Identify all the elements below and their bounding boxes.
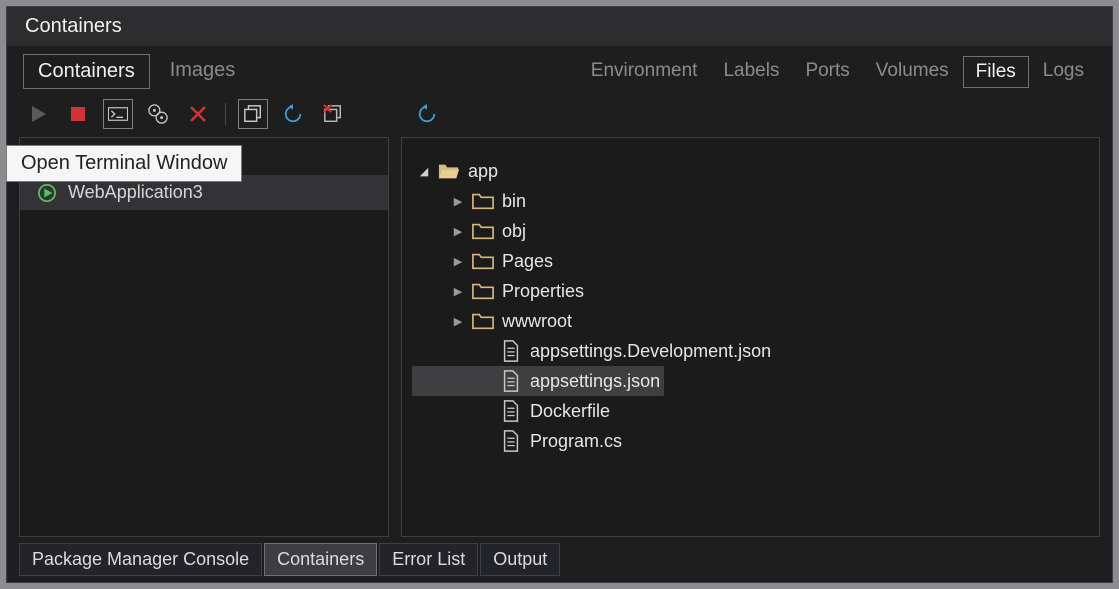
tree-row[interactable]: ◢ app — [412, 156, 1089, 186]
settings-button[interactable] — [143, 99, 173, 129]
windows-button[interactable] — [238, 99, 268, 129]
subtab-row: ContainersImages EnvironmentLabelsPortsV… — [7, 46, 1112, 95]
tree-label: Pages — [502, 251, 553, 272]
tree-label: wwwroot — [502, 311, 572, 332]
tree-row[interactable]: Dockerfile — [412, 396, 1089, 426]
tree-row[interactable]: appsettings.Development.json — [412, 336, 1089, 366]
expander-closed-icon[interactable]: ▶ — [452, 255, 464, 268]
tree-row[interactable]: ▶ wwwroot — [412, 306, 1089, 336]
tree-label: Program.cs — [530, 431, 622, 452]
tree-label: appsettings.Development.json — [530, 341, 771, 362]
bottom-tab-containers[interactable]: Containers — [264, 543, 377, 576]
container-name: WebApplication3 — [68, 182, 203, 203]
subtab-containers[interactable]: Containers — [23, 54, 150, 89]
tree-label: obj — [502, 221, 526, 242]
file-icon — [500, 340, 522, 362]
prune-button[interactable] — [318, 99, 348, 129]
subtab-images[interactable]: Images — [156, 54, 250, 89]
folder-icon — [472, 220, 494, 242]
detail-tab-logs[interactable]: Logs — [1031, 56, 1096, 88]
expander-closed-icon[interactable]: ▶ — [452, 285, 464, 298]
toolbar — [7, 95, 1112, 137]
detail-tab-files[interactable]: Files — [963, 56, 1029, 88]
file-icon — [500, 370, 522, 392]
containers-panel: Containers ContainersImages EnvironmentL… — [6, 6, 1113, 583]
bottom-tab-error-list[interactable]: Error List — [379, 543, 478, 576]
detail-tab-labels[interactable]: Labels — [711, 56, 791, 88]
tree-label: Dockerfile — [530, 401, 610, 422]
tree-label: bin — [502, 191, 526, 212]
refresh-left-button[interactable] — [278, 99, 308, 129]
file-icon — [500, 430, 522, 452]
tree-row[interactable]: ▶ Pages — [412, 246, 1089, 276]
expander-closed-icon[interactable]: ▶ — [452, 225, 464, 238]
tree-row[interactable]: ▶ Properties — [412, 276, 1089, 306]
tree-row[interactable]: ▶ obj — [412, 216, 1089, 246]
files-tree-pane: ◢ app ▶ bin ▶ obj ▶ Pages ▶ Properties ▶ wwwroot app… — [401, 137, 1100, 537]
tree-row[interactable]: appsettings.json — [412, 366, 664, 396]
tree-label: appsettings.json — [530, 371, 660, 392]
running-icon — [38, 184, 56, 202]
bottom-tab-package-manager-console[interactable]: Package Manager Console — [19, 543, 262, 576]
bottom-tabs: Package Manager ConsoleContainersError L… — [7, 543, 1112, 582]
stop-button[interactable] — [63, 99, 93, 129]
separator — [225, 103, 226, 125]
expander-open-icon[interactable]: ◢ — [418, 165, 430, 178]
tree-label: app — [468, 161, 498, 182]
panel-title: Containers — [7, 7, 1112, 46]
tree-row[interactable]: Program.cs — [412, 426, 1089, 456]
detail-tab-ports[interactable]: Ports — [793, 56, 861, 88]
folder-icon — [472, 190, 494, 212]
file-icon — [500, 400, 522, 422]
expander-closed-icon[interactable]: ▶ — [452, 195, 464, 208]
folder-icon — [472, 250, 494, 272]
tree-row[interactable]: ▶ bin — [412, 186, 1089, 216]
detail-tab-environment[interactable]: Environment — [579, 56, 710, 88]
expander-closed-icon[interactable]: ▶ — [452, 315, 464, 328]
folder-icon — [472, 280, 494, 302]
bottom-tab-output[interactable]: Output — [480, 543, 560, 576]
refresh-right-button[interactable] — [412, 99, 442, 129]
tree-label: Properties — [502, 281, 584, 302]
detail-tab-volumes[interactable]: Volumes — [864, 56, 961, 88]
folder-icon — [472, 310, 494, 332]
folder-open-icon — [438, 160, 460, 182]
containers-list-pane: s WebApplication3 — [19, 137, 389, 537]
terminal-button[interactable] — [103, 99, 133, 129]
tooltip-open-terminal: Open Terminal Window — [6, 145, 242, 182]
delete-button[interactable] — [183, 99, 213, 129]
start-button[interactable] — [23, 99, 53, 129]
